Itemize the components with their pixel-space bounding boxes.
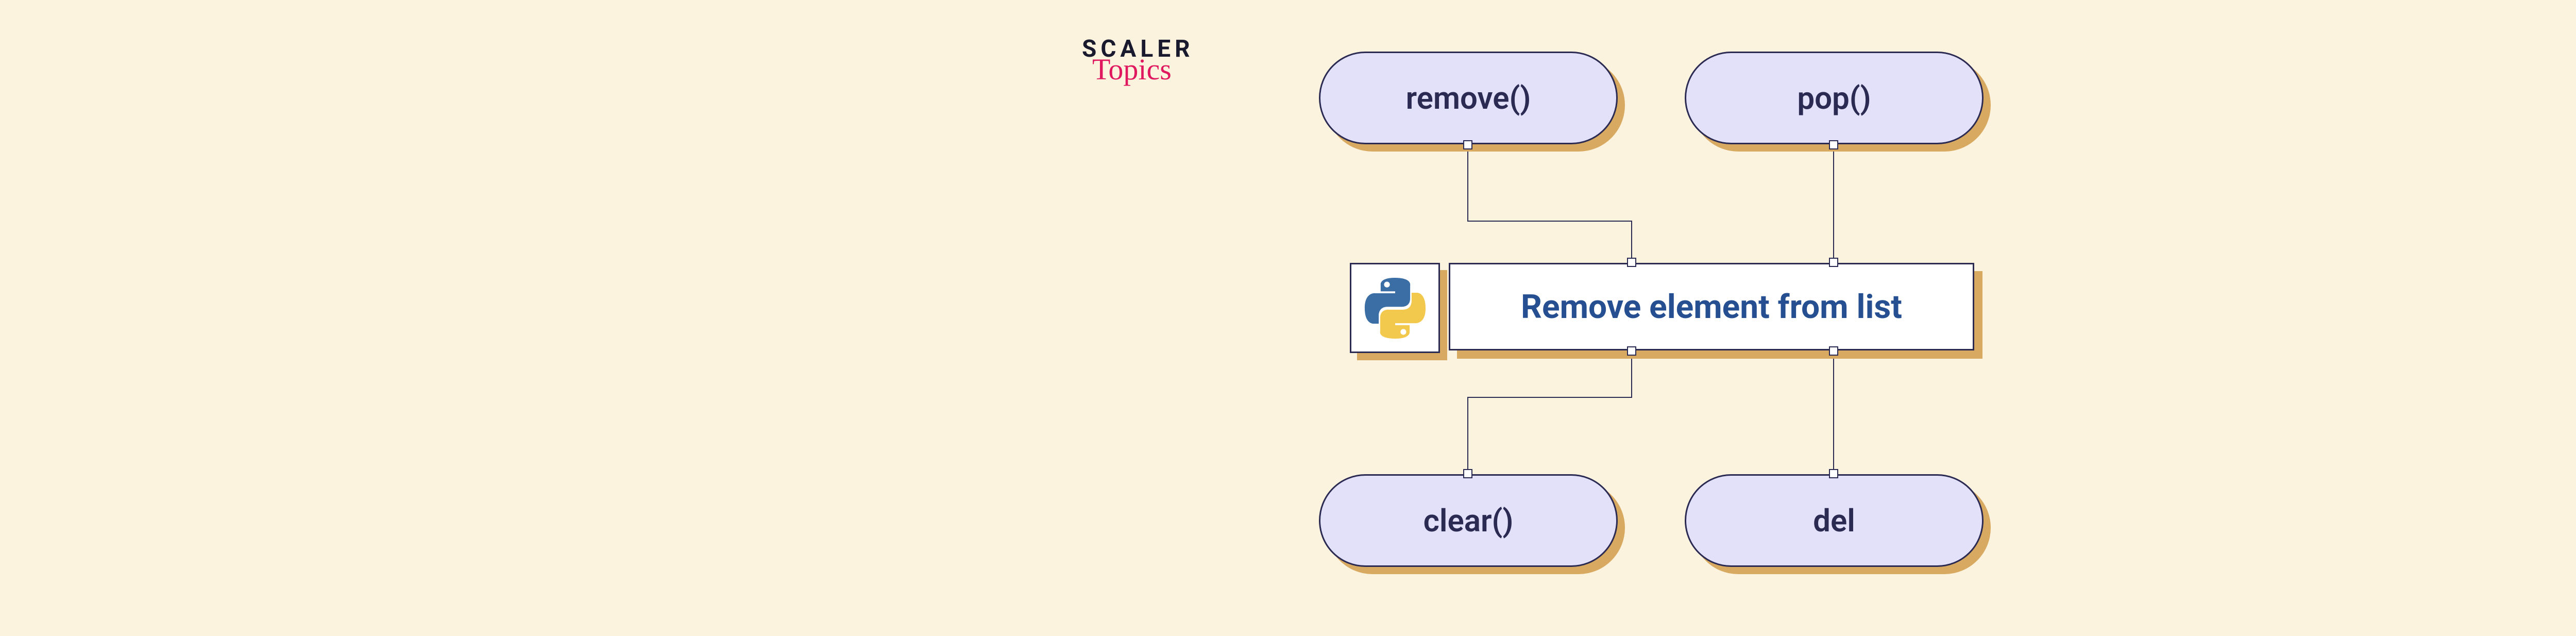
connector-node-icon [1829, 346, 1838, 356]
connector-node-icon [1463, 140, 1472, 149]
connector-line [1467, 221, 1632, 222]
method-node-remove: remove() [1319, 52, 1618, 144]
connector-line [1467, 144, 1468, 222]
node-label: remove() [1406, 80, 1531, 116]
python-logo-icon [1364, 277, 1426, 339]
connector-node-icon [1829, 258, 1838, 267]
brand-logo: SCALER Topics [1082, 37, 1194, 81]
connector-node-icon [1463, 469, 1472, 478]
connector-line [1631, 221, 1632, 263]
diagram-container: remove() pop() clear() del Remove elemen… [1319, 52, 2014, 567]
connector-node-icon [1627, 258, 1636, 267]
connector-line [1467, 397, 1632, 398]
method-node-pop: pop() [1685, 52, 1984, 144]
method-node-del: del [1685, 474, 1984, 567]
connector-node-icon [1829, 469, 1838, 478]
connector-line [1467, 397, 1468, 474]
node-label: pop() [1797, 80, 1871, 116]
connector-line [1833, 350, 1834, 474]
center-title-box: Remove element from list [1449, 263, 1974, 350]
method-node-clear: clear() [1319, 474, 1618, 567]
node-label: clear() [1423, 503, 1514, 539]
node-label: del [1813, 503, 1855, 539]
python-logo-box [1350, 263, 1440, 353]
center-title-text: Remove element from list [1521, 288, 1902, 326]
connector-node-icon [1627, 346, 1636, 356]
connector-node-icon [1829, 140, 1838, 149]
connector-line [1833, 144, 1834, 263]
